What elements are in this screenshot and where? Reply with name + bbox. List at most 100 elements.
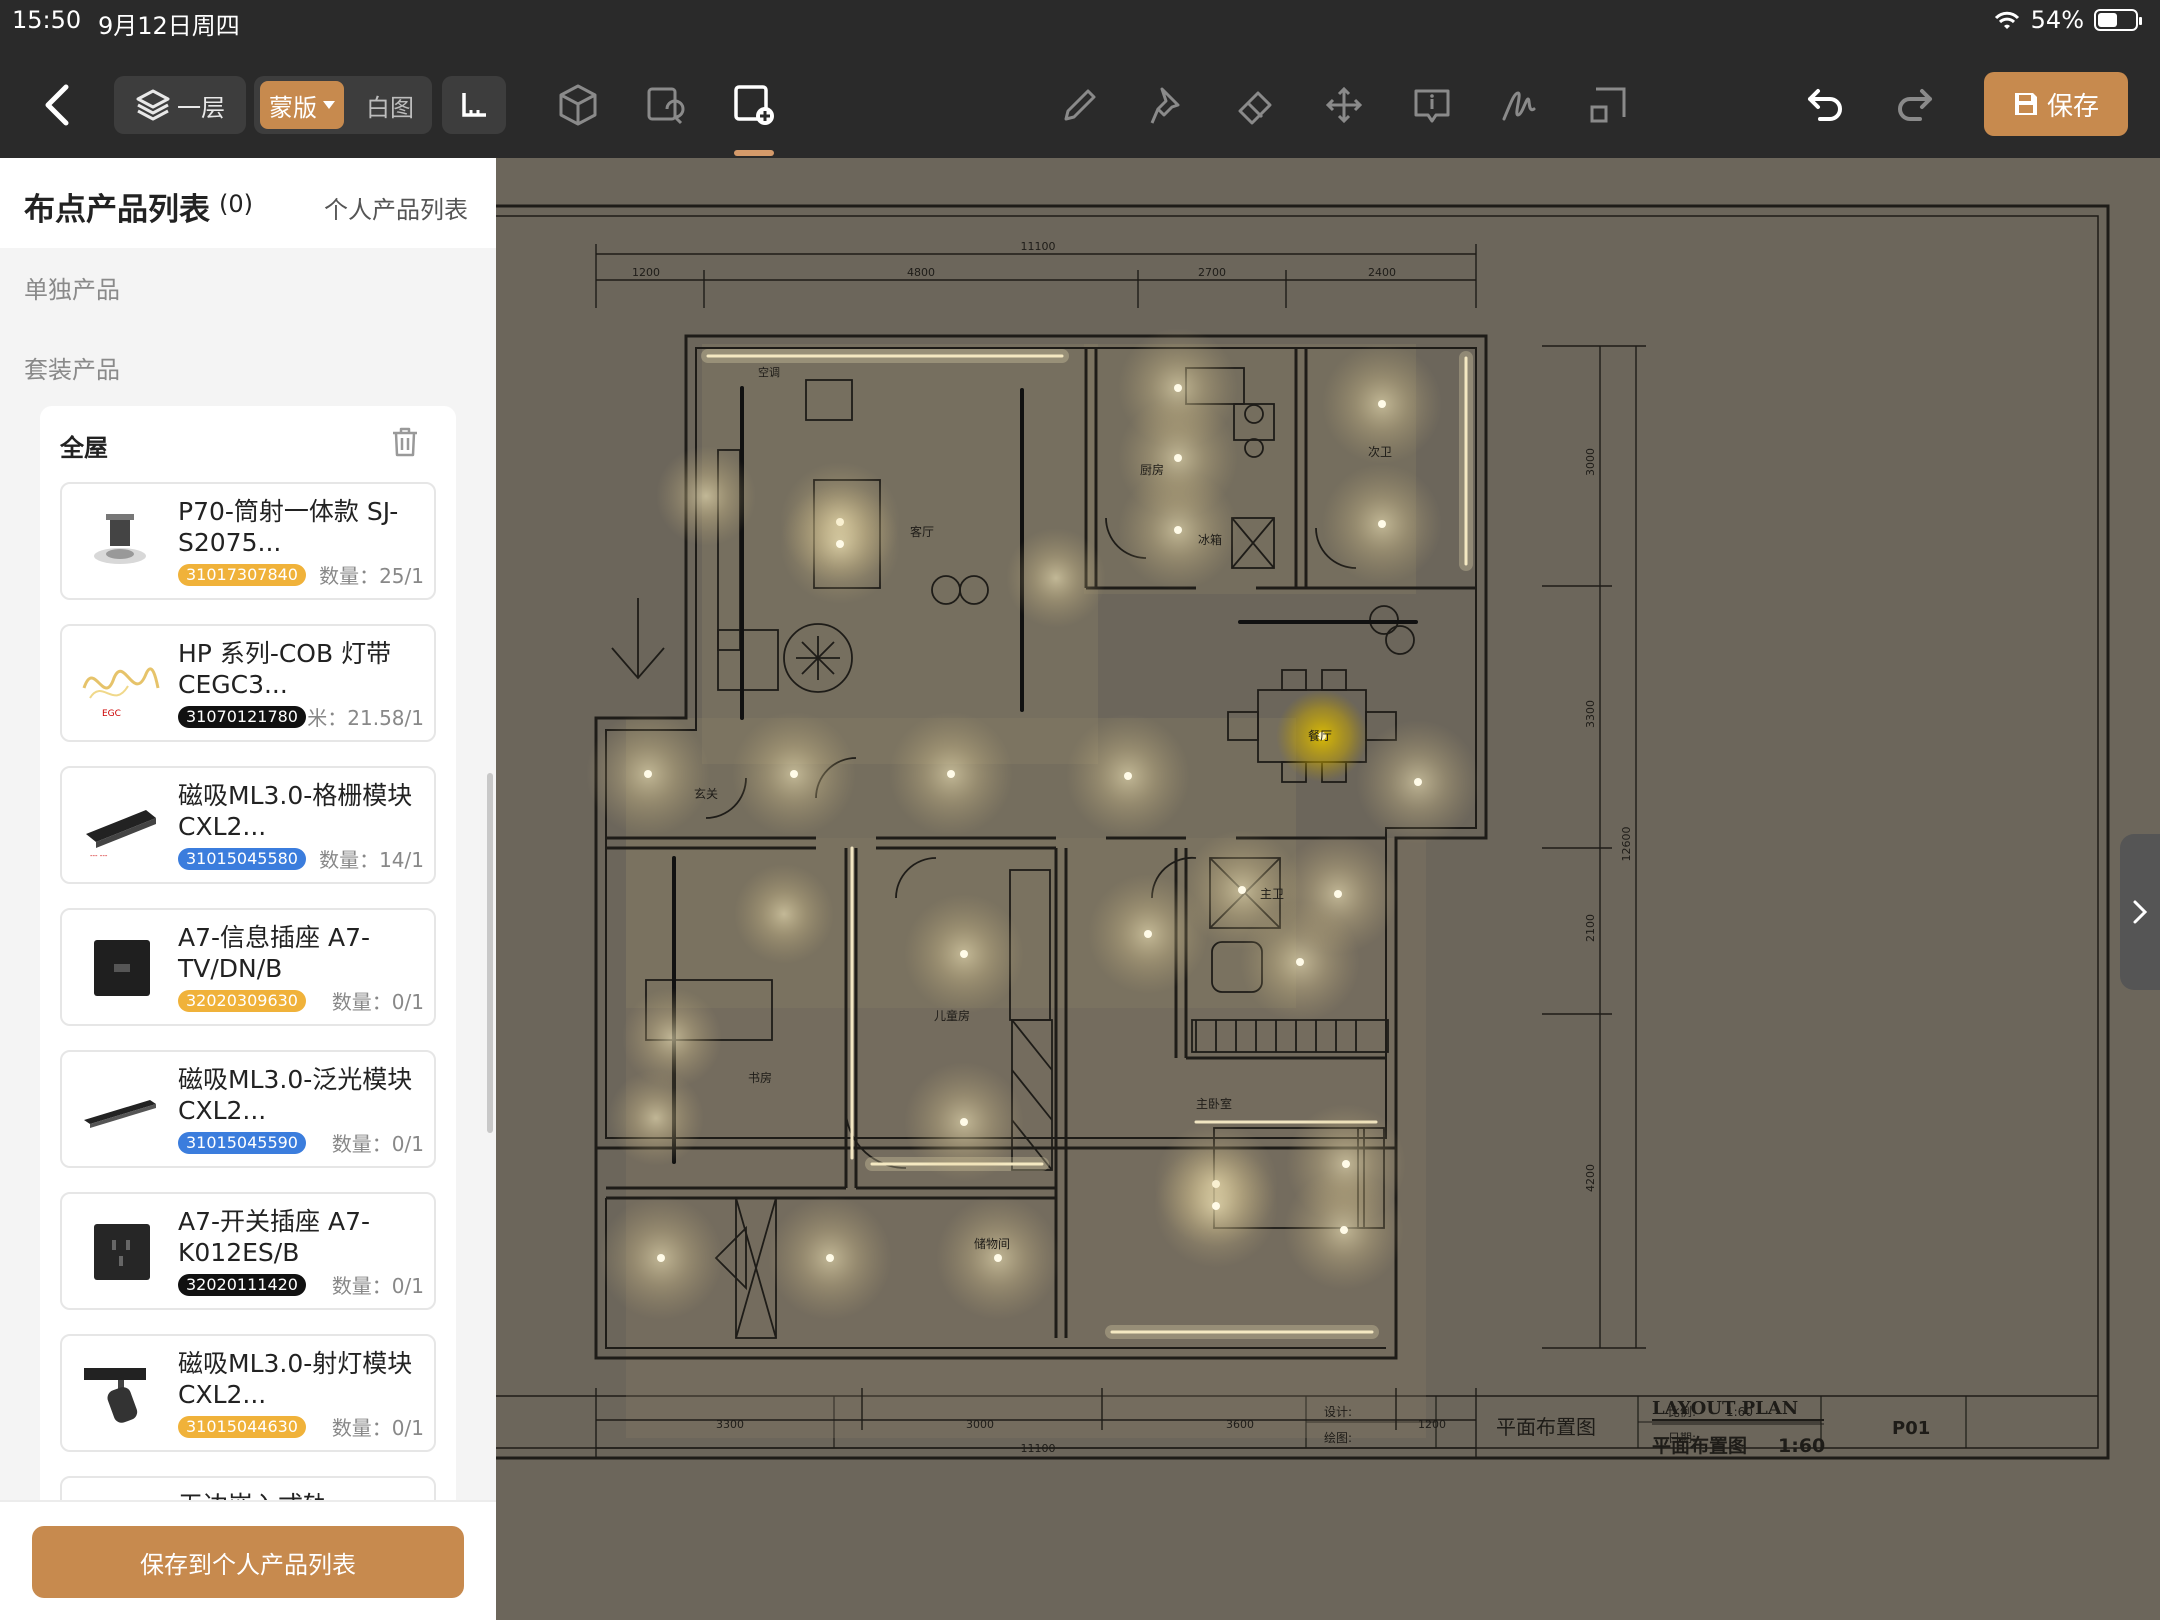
layer-label: 一层 bbox=[177, 93, 225, 122]
plan-caption-cn: 平面布置图 bbox=[1652, 1434, 1747, 1457]
set-products-section[interactable]: 套装产品 bbox=[24, 350, 120, 385]
status-time: 15:50 bbox=[12, 6, 82, 34]
copy-area-icon bbox=[647, 87, 685, 125]
product-list-panel: 布点产品列表 (0) 个人产品列表 单独产品 套装产品 全屋 P70-筒射一体款… bbox=[0, 158, 496, 1620]
product-card[interactable]: --- --- 磁吸ML3.0-格栅模块 CXL2... 31015045580 数量… bbox=[60, 766, 436, 884]
wifi-icon bbox=[1994, 11, 2019, 29]
dim-top-total: 11100 bbox=[1021, 240, 1056, 253]
dim-top-1: 4800 bbox=[907, 266, 935, 279]
pin-tool[interactable] bbox=[1138, 76, 1198, 134]
product-card[interactable]: 磁吸ML3.0-泛光模块 CXL2... 31015045590 数量：0/1 bbox=[60, 1050, 436, 1168]
spot-thumb-icon bbox=[84, 1368, 146, 1423]
product-code-badge: 31070121780 bbox=[178, 706, 306, 728]
tb-design: 设计: bbox=[1324, 1405, 1352, 1419]
room-aircon: 空调 bbox=[758, 365, 780, 379]
back-icon bbox=[45, 84, 69, 126]
product-thumbnail bbox=[80, 1216, 160, 1288]
3d-view-button[interactable] bbox=[548, 76, 608, 134]
room-master-bath: 主卫 bbox=[1260, 887, 1284, 901]
redo-button[interactable] bbox=[1884, 76, 1944, 134]
floor-plan-canvas[interactable]: 1200 4800 2700 2400 11100 3300 3000 3600… bbox=[496, 158, 2160, 1620]
move-tool[interactable] bbox=[1314, 76, 1374, 134]
room-dining: 餐厅 bbox=[1308, 728, 1332, 743]
tb-draw: 绘图: bbox=[1324, 1430, 1352, 1445]
battery-percent: 54% bbox=[2030, 6, 2084, 34]
save-to-personal-button[interactable]: 保存到个人产品列表 bbox=[32, 1526, 464, 1598]
trash-icon[interactable] bbox=[390, 426, 420, 458]
dim-bottom-0: 3300 bbox=[716, 1418, 744, 1431]
layer-selector[interactable]: 一层 bbox=[114, 76, 246, 134]
add-device-button[interactable] bbox=[724, 76, 784, 134]
product-name: A7-开关插座 A7-K012ES/B bbox=[178, 1207, 371, 1267]
move-icon bbox=[1325, 86, 1363, 124]
dim-top-3: 2400 bbox=[1368, 266, 1396, 279]
save-button[interactable]: 保存 bbox=[1984, 72, 2128, 136]
room-study: 书房 bbox=[748, 1070, 772, 1085]
product-thumbnail bbox=[80, 932, 160, 1004]
add-device-icon bbox=[734, 85, 774, 125]
back-button[interactable] bbox=[32, 76, 82, 134]
pencil-icon bbox=[1064, 89, 1096, 121]
crop-icon bbox=[1590, 87, 1626, 123]
product-code-badge: 31015045580 bbox=[178, 848, 306, 870]
tb-ratio-val: 1:60 bbox=[1726, 1405, 1753, 1419]
product-name: P70-筒射一体款 SJ-S2075... bbox=[178, 497, 399, 557]
layers-icon bbox=[136, 89, 170, 121]
product-name: 磁吸ML3.0-格栅模块 CXL2... bbox=[178, 781, 413, 841]
personal-list-tab[interactable]: 个人产品列表 bbox=[324, 190, 468, 225]
white-plan-button[interactable]: 白图 bbox=[354, 81, 426, 129]
redo-icon bbox=[1898, 89, 1932, 121]
panel-count: (0) bbox=[219, 190, 253, 218]
right-panel-toggle[interactable] bbox=[2120, 834, 2160, 990]
plan-caption-scale: 1:60 bbox=[1778, 1435, 1825, 1457]
dim-bottom-1: 3000 bbox=[966, 1418, 994, 1431]
pencil-tool[interactable] bbox=[1050, 76, 1110, 134]
dim-right-2: 12600 bbox=[1620, 827, 1633, 862]
product-code-badge: 32020111420 bbox=[178, 1274, 306, 1296]
mask-mode-button[interactable]: 蒙版 bbox=[260, 81, 344, 129]
dim-top-2: 2700 bbox=[1198, 266, 1226, 279]
undo-icon bbox=[1808, 89, 1842, 121]
product-name: HP 系列-COB 灯带 CEGC3... bbox=[178, 639, 392, 699]
product-thumbnail bbox=[80, 1074, 160, 1146]
dim-bottom-total: 11100 bbox=[1021, 1442, 1056, 1455]
product-quantity: 数量：0/1 bbox=[331, 1416, 424, 1440]
dim-bottom-2: 3600 bbox=[1226, 1418, 1254, 1431]
product-card[interactable]: P70-筒射一体款 SJ-S2075... 31017307840 数量：25/1 bbox=[60, 482, 436, 600]
ruler-button[interactable] bbox=[442, 76, 506, 134]
save-label: 保存 bbox=[2046, 91, 2099, 122]
svg-text:--- ---: --- --- bbox=[90, 852, 108, 860]
info-icon bbox=[1414, 89, 1450, 123]
info-tool[interactable] bbox=[1402, 76, 1462, 134]
status-right: 54% bbox=[1993, 6, 2142, 34]
floor-plan-drawing[interactable]: 1200 4800 2700 2400 11100 3300 3000 3600… bbox=[496, 158, 2160, 1620]
copy-area-button[interactable] bbox=[636, 76, 696, 134]
single-products-section[interactable]: 单独产品 bbox=[24, 270, 120, 305]
active-tab-indicator bbox=[734, 150, 774, 156]
room-storage: 储物间 bbox=[974, 1236, 1010, 1251]
product-card[interactable]: EGC HP 系列-COB 灯带 CEGC3... 31070121780 米：21.… bbox=[60, 624, 436, 742]
tb-sheet: P01 bbox=[1892, 1418, 1930, 1439]
eraser-icon bbox=[1238, 91, 1272, 125]
crop-tool[interactable] bbox=[1578, 76, 1638, 134]
dim-right-1: 3300 bbox=[1584, 700, 1597, 728]
product-card[interactable]: A7-信息插座 A7-TV/DN/B 32020309630 数量：0/1 bbox=[60, 908, 436, 1026]
strip-thumb-icon: EGC bbox=[82, 667, 160, 719]
scrollbar[interactable] bbox=[487, 773, 493, 1133]
room-fridge: 冰箱 bbox=[1198, 532, 1222, 547]
undo-button[interactable] bbox=[1796, 76, 1856, 134]
tb-ratio: 比例: bbox=[1668, 1405, 1696, 1419]
product-card[interactable]: A7-开关插座 A7-K012ES/B 32020111420 数量：0/1 bbox=[60, 1192, 436, 1310]
svg-text:EGC: EGC bbox=[102, 709, 121, 719]
product-card[interactable]: 磁吸ML3.0-射灯模块 CXL2... 31015044630 数量：0/1 bbox=[60, 1334, 436, 1452]
room-second-bath: 次卫 bbox=[1368, 445, 1392, 459]
view-mode-toggle: 蒙版 白图 bbox=[254, 76, 432, 134]
eraser-tool[interactable] bbox=[1226, 76, 1286, 134]
signature-tool[interactable] bbox=[1490, 76, 1550, 134]
room-kids: 儿童房 bbox=[934, 1008, 970, 1023]
dim-bottom-3: 1200 bbox=[1418, 1418, 1446, 1431]
room-master-bed: 主卧室 bbox=[1196, 1096, 1232, 1111]
room-living: 客厅 bbox=[910, 524, 934, 539]
ruler-icon bbox=[462, 93, 486, 117]
product-quantity: 数量：25/1 bbox=[319, 564, 424, 588]
